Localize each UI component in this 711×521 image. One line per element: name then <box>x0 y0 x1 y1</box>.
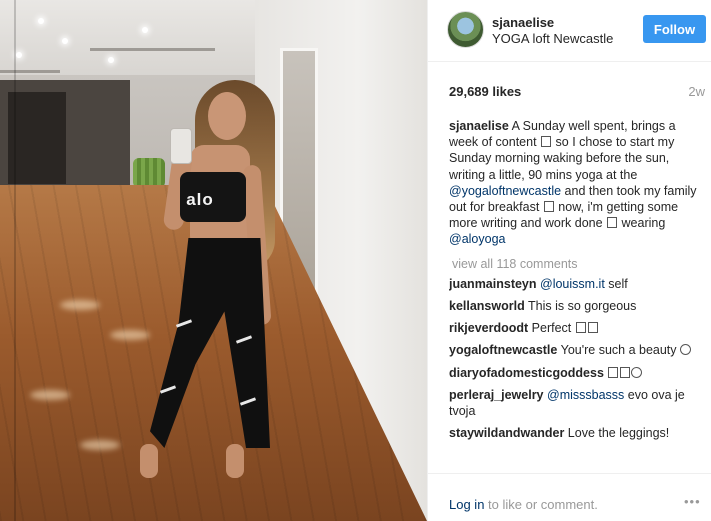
floor-reflection <box>80 440 120 450</box>
comment-username[interactable]: diaryofadomesticgoddess <box>449 366 604 380</box>
post-photo[interactable]: alo <box>0 0 427 521</box>
comment-item: kellansworld This is so gorgeous <box>449 298 707 314</box>
yoga-mat <box>133 158 165 188</box>
clothing-logo: alo <box>186 190 214 209</box>
comment-text: Love the leggings! <box>567 426 670 441</box>
phone <box>170 128 192 164</box>
comment-item: diaryofadomesticgoddess <box>449 365 707 381</box>
comment-text: You're such a beauty <box>560 343 677 358</box>
emoji-glyph <box>543 201 554 213</box>
emoji-glyph <box>608 366 619 378</box>
profile-avatar[interactable] <box>447 11 484 48</box>
comment-mention[interactable]: @louissm.it <box>540 277 605 291</box>
caption-username[interactable]: sjanaelise <box>449 119 509 133</box>
emoji-glyph <box>620 366 631 378</box>
location-link[interactable]: YOGA loft Newcastle <box>492 31 613 46</box>
comment-username[interactable]: juanmainsteyn <box>449 277 537 291</box>
comment-item: perleraj_jewelry @misssbasss evo ova je … <box>449 387 707 419</box>
login-prompt-text: to like or comment. <box>488 497 598 512</box>
comment-item: rikjeverdoodt Perfect <box>449 320 707 336</box>
comment-username[interactable]: perleraj_jewelry <box>449 388 544 402</box>
post-details-panel: sjanaelise YOGA loft Newcastle Follow 29… <box>427 0 711 521</box>
comment-text: self <box>608 276 628 291</box>
comment-mention[interactable]: @misssbasss <box>547 388 624 402</box>
login-prompt: Log in to like or comment. <box>449 497 598 512</box>
post-caption: sjanaelise A Sunday well spent, brings a… <box>449 118 707 248</box>
floor-reflection <box>60 300 100 310</box>
comment-username[interactable]: staywildandwander <box>449 426 564 440</box>
caption-mention[interactable]: @yogaloftnewcastle <box>449 184 561 198</box>
caption-mention[interactable]: @aloyoga <box>449 232 505 246</box>
emoji-glyph <box>575 322 586 334</box>
comment-item: staywildandwander Love the leggings! <box>449 425 707 441</box>
username-link[interactable]: sjanaelise <box>492 15 554 30</box>
ceiling-light <box>108 57 114 63</box>
view-all-comments-link[interactable]: view all 118 comments <box>452 256 707 272</box>
comment-item: yogaloftnewcastle You're such a beauty <box>449 342 707 358</box>
light-track <box>90 48 215 51</box>
floor-reflection <box>110 330 150 340</box>
emoji-glyph <box>541 136 552 148</box>
ceiling-light <box>38 18 44 24</box>
likes-count[interactable]: 29,689 likes <box>449 84 521 99</box>
floor-reflection <box>30 390 70 400</box>
person-foot <box>226 444 244 478</box>
ceiling-light <box>16 52 22 58</box>
caption-text: wearing <box>621 216 666 231</box>
login-link[interactable]: Log in <box>449 497 484 512</box>
post-header: sjanaelise YOGA loft Newcastle Follow <box>428 0 711 62</box>
ceiling-light <box>62 38 68 44</box>
mirror-edge <box>14 0 16 521</box>
post-age[interactable]: 2w <box>688 84 705 99</box>
follow-button[interactable]: Follow <box>643 15 706 43</box>
dark-doorway <box>8 92 66 184</box>
comment-item: juanmainsteyn @louissm.it self <box>449 276 707 292</box>
light-track <box>0 70 60 73</box>
emoji-glyph <box>607 217 618 229</box>
comment-text: This is so gorgeous <box>527 299 637 314</box>
emoji-glyph <box>680 344 692 356</box>
person-foot <box>140 444 158 478</box>
comment-username[interactable]: yogaloftnewcastle <box>449 343 557 357</box>
emoji-glyph <box>631 366 643 378</box>
person-face <box>208 92 246 140</box>
comment-username[interactable]: rikjeverdoodt <box>449 321 528 335</box>
ceiling-light <box>142 27 148 33</box>
emoji-glyph <box>587 322 598 334</box>
comment-username[interactable]: kellansworld <box>449 299 525 313</box>
post-footer: Log in to like or comment. ••• <box>428 473 711 521</box>
comments-list: sjanaelise A Sunday well spent, brings a… <box>449 118 707 473</box>
ceiling <box>0 0 260 80</box>
more-options-icon[interactable]: ••• <box>684 494 701 509</box>
comment-text: Perfect <box>531 321 572 336</box>
